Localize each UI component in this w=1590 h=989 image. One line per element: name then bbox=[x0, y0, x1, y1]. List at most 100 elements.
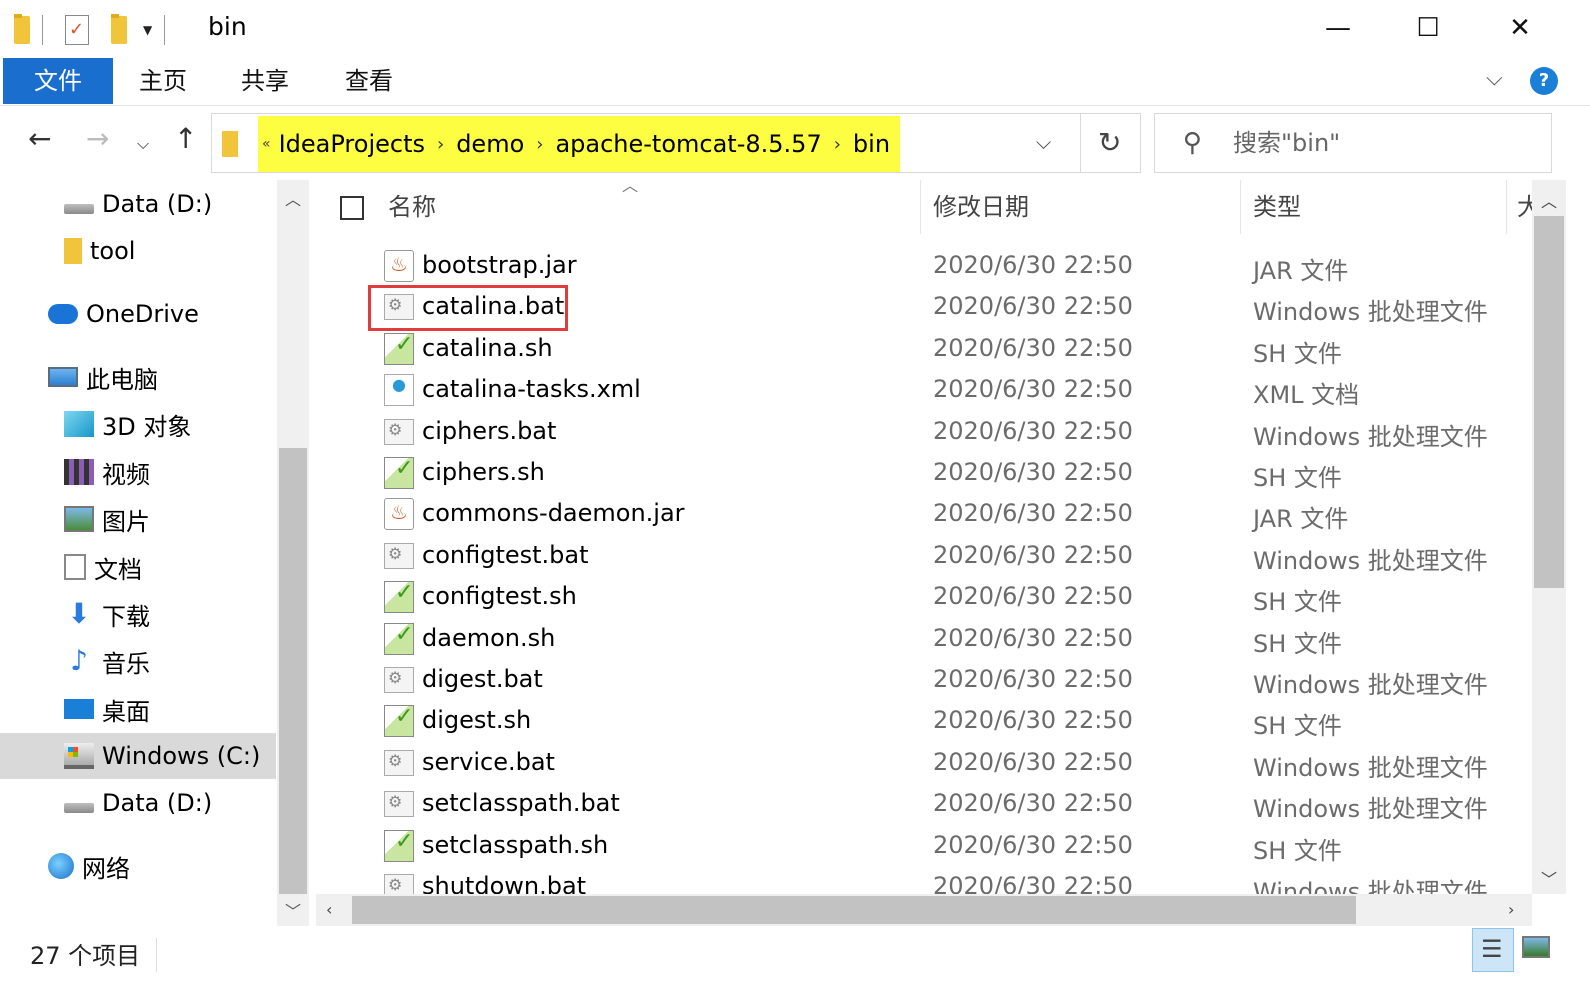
tab-file[interactable]: 文件 bbox=[3, 58, 113, 104]
tab-share[interactable]: 共享 bbox=[222, 58, 308, 104]
file-name[interactable]: bootstrap.jar bbox=[422, 251, 577, 279]
chevron-right-icon[interactable]: › bbox=[437, 134, 444, 155]
sidebar-item[interactable]: 网络 bbox=[0, 843, 276, 889]
help-icon[interactable]: ? bbox=[1530, 67, 1558, 95]
breadcrumb-bin[interactable]: bin bbox=[853, 130, 890, 158]
file-name[interactable]: configtest.bat bbox=[422, 541, 589, 569]
column-name[interactable]: 名称 bbox=[388, 180, 436, 234]
file-name[interactable]: digest.bat bbox=[422, 665, 543, 693]
file-name[interactable]: catalina-tasks.xml bbox=[422, 375, 641, 403]
large-icons-view-icon[interactable] bbox=[1522, 936, 1550, 958]
scroll-left-icon[interactable]: ‹ bbox=[326, 900, 332, 919]
scroll-thumb[interactable] bbox=[1534, 216, 1564, 588]
table-row[interactable]: configtest.bat 2020/6/30 22:50 Windows 批处理… bbox=[316, 536, 1532, 577]
scroll-down-icon[interactable]: ﹀ bbox=[1541, 866, 1557, 890]
column-divider[interactable] bbox=[1506, 180, 1507, 234]
new-folder-icon[interactable] bbox=[111, 14, 127, 44]
address-history-dropdown[interactable]: ⌵ bbox=[1036, 130, 1051, 154]
sidebar-item-label: 文档 bbox=[94, 555, 142, 584]
minimize-button[interactable]: — bbox=[1310, 8, 1366, 48]
table-row[interactable]: setclasspath.bat 2020/6/30 22:50 Windows 批… bbox=[316, 784, 1532, 825]
scroll-thumb[interactable] bbox=[279, 448, 307, 894]
table-row[interactable]: digest.bat 2020/6/30 22:50 Windows 批处理文件 bbox=[316, 660, 1532, 701]
sidebar-item[interactable]: 此电脑 bbox=[0, 354, 276, 400]
table-row[interactable]: bootstrap.jar 2020/6/30 22:50 JAR 文件 bbox=[316, 246, 1532, 287]
close-button[interactable]: ✕ bbox=[1492, 8, 1548, 48]
search-box[interactable]: ⚲ bbox=[1154, 113, 1552, 173]
table-row[interactable]: catalina.bat 2020/6/30 22:50 Windows 批处理文件 bbox=[316, 285, 1532, 332]
table-row[interactable]: shutdown.bat 2020/6/30 22:50 Windows 批处理文件 bbox=[316, 867, 1532, 894]
file-name[interactable]: catalina.sh bbox=[422, 334, 553, 362]
column-size[interactable]: 大 bbox=[1517, 180, 1532, 234]
file-name[interactable]: ciphers.sh bbox=[422, 458, 545, 486]
sidebar-item[interactable]: 视频 bbox=[0, 449, 276, 495]
file-name[interactable]: setclasspath.bat bbox=[422, 789, 620, 817]
file-name[interactable]: digest.sh bbox=[422, 706, 531, 734]
table-row[interactable]: service.bat 2020/6/30 22:50 Windows 批处理文件 bbox=[316, 743, 1532, 784]
scroll-thumb[interactable] bbox=[352, 896, 1356, 924]
sidebar-item[interactable]: OneDrive bbox=[0, 291, 276, 337]
customize-toolbar-icon[interactable]: ▼ bbox=[143, 23, 152, 37]
file-name[interactable]: shutdown.bat bbox=[422, 872, 586, 894]
column-date[interactable]: 修改日期 bbox=[933, 180, 1029, 234]
table-row[interactable]: daemon.sh 2020/6/30 22:50 SH 文件 bbox=[316, 619, 1532, 660]
back-button[interactable]: ← bbox=[28, 122, 51, 155]
table-row[interactable]: ciphers.bat 2020/6/30 22:50 Windows 批处理文件 bbox=[316, 412, 1532, 453]
scroll-up-icon[interactable]: ︿ bbox=[285, 186, 301, 210]
navigation-scrollbar[interactable]: ︿ ﹀ bbox=[277, 180, 309, 926]
scroll-right-icon[interactable]: › bbox=[1508, 900, 1514, 919]
address-bar[interactable]: « IdeaProjects › demo › apache-tomcat-8.… bbox=[211, 113, 1141, 173]
sidebar-item[interactable]: ♪ 音乐 bbox=[0, 638, 276, 684]
expand-ribbon-icon[interactable]: ⌵ bbox=[1486, 66, 1503, 91]
file-name[interactable]: commons-daemon.jar bbox=[422, 499, 685, 527]
breadcrumb-demo[interactable]: demo bbox=[456, 130, 524, 158]
sidebar-item[interactable]: 3D 对象 bbox=[0, 401, 276, 447]
scroll-down-icon[interactable]: ﹀ bbox=[285, 898, 301, 922]
sh-file-icon bbox=[384, 704, 414, 738]
file-name[interactable]: ciphers.bat bbox=[422, 417, 556, 445]
column-type[interactable]: 类型 bbox=[1253, 180, 1301, 234]
breadcrumb-ideaprojects[interactable]: IdeaProjects bbox=[279, 130, 425, 158]
tab-view[interactable]: 查看 bbox=[326, 58, 412, 104]
file-list-scrollbar[interactable]: ︿ ﹀ bbox=[1532, 180, 1566, 894]
table-row[interactable]: digest.sh 2020/6/30 22:50 SH 文件 bbox=[316, 701, 1532, 742]
file-name[interactable]: setclasspath.sh bbox=[422, 831, 608, 859]
breadcrumb-tomcat[interactable]: apache-tomcat-8.5.57 bbox=[555, 130, 821, 158]
file-name[interactable]: service.bat bbox=[422, 748, 555, 776]
table-row[interactable]: configtest.sh 2020/6/30 22:50 SH 文件 bbox=[316, 577, 1532, 618]
column-divider[interactable] bbox=[1240, 180, 1241, 234]
sidebar-item[interactable]: Data (D:) bbox=[0, 181, 276, 227]
maximize-button[interactable]: ☐ bbox=[1400, 8, 1456, 48]
properties-icon[interactable] bbox=[65, 15, 89, 45]
forward-button[interactable]: → bbox=[86, 122, 109, 155]
sidebar-item[interactable]: 图片 bbox=[0, 496, 276, 542]
file-name[interactable]: catalina.bat bbox=[422, 292, 564, 320]
sidebar-item[interactable]: Data (D:) bbox=[0, 780, 276, 826]
select-all-checkbox[interactable] bbox=[340, 196, 364, 220]
table-row[interactable]: catalina-tasks.xml 2020/6/30 22:50 XML 文档 bbox=[316, 370, 1532, 411]
table-row[interactable]: ciphers.sh 2020/6/30 22:50 SH 文件 bbox=[316, 453, 1532, 494]
up-button[interactable]: ↑ bbox=[174, 122, 197, 155]
pc-icon bbox=[48, 367, 78, 387]
table-row[interactable]: catalina.sh 2020/6/30 22:50 SH 文件 bbox=[316, 329, 1532, 370]
file-name[interactable]: daemon.sh bbox=[422, 624, 555, 652]
breadcrumb-overflow[interactable]: « bbox=[262, 136, 271, 152]
search-input[interactable] bbox=[1233, 126, 1533, 160]
details-view-icon[interactable] bbox=[1472, 928, 1514, 972]
column-divider[interactable] bbox=[920, 180, 921, 234]
file-name[interactable]: configtest.sh bbox=[422, 582, 577, 610]
table-row[interactable]: commons-daemon.jar 2020/6/30 22:50 JAR 文件 bbox=[316, 494, 1532, 535]
sidebar-item[interactable]: ⬇ 下载 bbox=[0, 591, 276, 637]
horizontal-scrollbar[interactable]: ‹ › bbox=[316, 894, 1532, 926]
table-row[interactable]: setclasspath.sh 2020/6/30 22:50 SH 文件 bbox=[316, 826, 1532, 867]
refresh-icon[interactable]: ↻ bbox=[1098, 126, 1121, 159]
sidebar-item[interactable]: tool bbox=[0, 228, 276, 274]
chevron-right-icon[interactable]: › bbox=[536, 134, 543, 155]
recent-locations-button[interactable]: ⌵ bbox=[137, 134, 149, 154]
sidebar-item[interactable]: Windows (C:) bbox=[0, 733, 276, 779]
tab-home[interactable]: 主页 bbox=[120, 58, 206, 104]
sidebar-item[interactable]: 桌面 bbox=[0, 686, 276, 732]
chevron-right-icon[interactable]: › bbox=[834, 134, 841, 155]
scroll-up-icon[interactable]: ︿ bbox=[1541, 188, 1557, 212]
sidebar-item[interactable]: 文档 bbox=[0, 544, 276, 590]
